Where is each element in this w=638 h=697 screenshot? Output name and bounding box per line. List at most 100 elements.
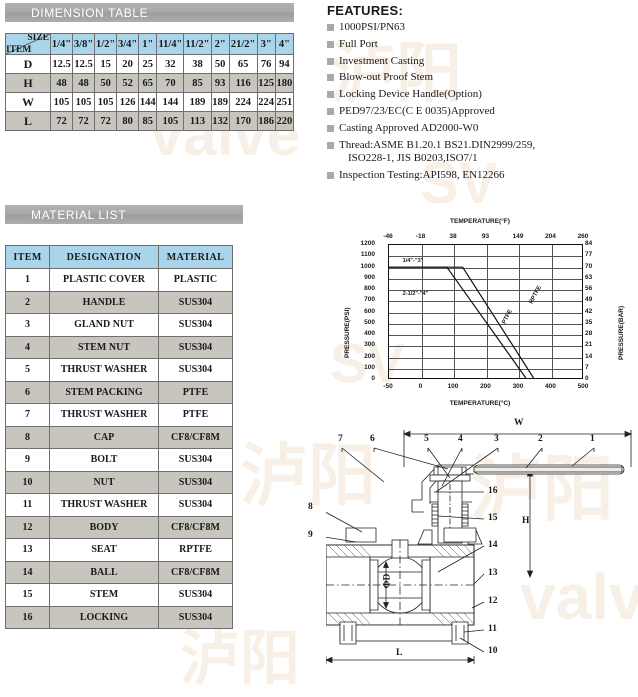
dimension-cell: 105: [94, 92, 118, 112]
callout-9: 9: [308, 530, 313, 540]
material-item-number: 2: [4, 290, 51, 314]
chart-ytick-right: 35: [585, 318, 593, 326]
dimension-cell: 105: [49, 92, 74, 112]
material-list-table: ITEM DESIGNATION MATERIAL 1 PLASTIC COVER PLA…: [4, 245, 234, 629]
dimension-cell: 224: [228, 92, 258, 112]
dimension-cell: 80: [116, 111, 140, 131]
dimension-cell: 50: [210, 54, 230, 74]
material-item-number: 9: [4, 448, 51, 472]
chart-xtick-top: -18: [415, 233, 426, 240]
feature-item: Thread:ASME B1.20.1 BS21.DIN2999/259, ISO…: [325, 139, 635, 166]
material-column-header: DESIGNATION: [49, 245, 159, 269]
table-row: 10 NUT SUS304: [4, 470, 234, 494]
dimension-cell: 25: [138, 54, 158, 74]
callout-2: 2: [538, 434, 543, 444]
callout-5: 5: [424, 434, 429, 444]
dimension-cell: 12.5: [72, 54, 96, 74]
material-designation: PLASTIC COVER: [49, 268, 159, 292]
table-row: W 105 105 105 126 144 144 189 189 224 224 251: [5, 92, 295, 112]
material-material: CF8/CF8M: [157, 425, 234, 449]
table-row: 1 PLASTIC COVER PLASTIC: [4, 268, 234, 292]
material-table-header-row: ITEM DESIGNATION MATERIAL: [4, 245, 234, 269]
material-item-number: 5: [4, 358, 51, 382]
bullet-square-icon: [327, 91, 334, 99]
dimension-row-label: L: [5, 111, 51, 131]
feature-text: PED97/23/EC(C E 0035)Approved: [339, 104, 495, 117]
dimension-row-label: W: [5, 92, 51, 112]
material-column-header: MATERIAL: [157, 245, 234, 269]
dimension-cell: 48: [72, 73, 96, 93]
chart-xtick-top: 204: [545, 233, 556, 240]
dimension-cell: 38: [183, 54, 212, 74]
material-material: SUS304: [157, 493, 234, 517]
material-designation: THRUST WASHER: [49, 493, 159, 517]
chart-ytick-left: 600: [364, 307, 375, 315]
material-item-number: 14: [4, 560, 51, 584]
chart-ytick-right: 42: [585, 307, 593, 315]
dimension-cell: 132: [210, 111, 230, 131]
features-section: FEATURES: 1000PSI/PN63 Full Port Investmen…: [325, 3, 635, 186]
material-material: RPTFE: [157, 538, 234, 562]
dimension-cell: 65: [138, 73, 158, 93]
callout-10: 10: [488, 646, 498, 656]
dimension-table-banner: DIMENSION TABLE: [5, 3, 294, 22]
chart-ytick-left: 400: [364, 330, 375, 337]
chart-ytick-left: 1200: [360, 240, 375, 247]
table-row: 11 THRUST WASHER SUS304: [4, 493, 234, 517]
dimension-cell: 170: [228, 111, 258, 131]
material-list-banner: MATERIAL LIST: [5, 205, 243, 224]
chart-plot-area: [388, 244, 583, 379]
bullet-square-icon: [327, 107, 334, 115]
chart-series-svg: [389, 245, 582, 378]
dimension-table-header-row: SIZE ITEM 1/4" 3/8" 1/2" 3/4" 1" 11/4" 11/2" 2" 21…: [5, 33, 295, 55]
feature-item: PED97/23/EC(C E 0035)Approved: [325, 105, 635, 118]
material-item-number: 16: [4, 605, 51, 629]
material-designation: NUT: [49, 470, 159, 494]
callout-6: 6: [370, 434, 375, 444]
chart-ytick-right: 70: [585, 262, 593, 270]
feature-item: Locking Device Handle(Option): [325, 88, 635, 101]
dimension-cell: 113: [183, 111, 212, 131]
feature-item: Casting Approved AD2000-W0: [325, 122, 635, 135]
bullet-square-icon: [327, 141, 334, 149]
material-material: SUS304: [157, 290, 234, 314]
chart-xtick-top: -46: [383, 233, 393, 240]
feature-item: Investment Casting: [325, 55, 635, 68]
dimension-cell: 20: [116, 54, 140, 74]
material-item-number: 1: [4, 268, 51, 292]
callout-8: 8: [308, 502, 313, 512]
dimension-cell: 50: [94, 73, 118, 93]
chart-annotation-0: 1/4"-"3": [402, 257, 424, 264]
table-row: 2 HANDLE SUS304: [4, 290, 234, 314]
chart-ytick-right: 21: [585, 341, 593, 349]
material-designation: THRUST WASHER: [49, 358, 159, 382]
dimension-cell: 126: [116, 92, 140, 112]
chart-ytick-right: 77: [585, 251, 593, 259]
material-item-number: 13: [4, 538, 51, 562]
material-designation: BOLT: [49, 448, 159, 472]
dimension-size-header: 3/4": [116, 33, 140, 55]
callout-13: 13: [488, 568, 498, 578]
chart-xtick-bottom: 200: [480, 383, 491, 390]
dimension-label-h: H: [522, 516, 530, 526]
feature-text: Inspection Testing:API598, EN12266: [339, 168, 505, 181]
valve-assembly-drawing: 7 6 5 4 3 2 1 16 15 14 13 12 11 10 8 9 W…: [308, 412, 638, 672]
callout-7: 7: [338, 434, 343, 444]
chart-xtick-bottom: 100: [447, 383, 459, 390]
chart-ytick-right: 63: [585, 273, 593, 281]
feature-text: Investment Casting: [339, 54, 425, 67]
dimension-cell: 224: [256, 92, 276, 112]
corner-size-label: SIZE: [27, 33, 49, 44]
dimension-size-header: 1": [138, 33, 158, 55]
chart-ytick-right: 49: [585, 296, 593, 304]
material-designation: THRUST WASHER: [49, 403, 159, 427]
dimension-cell: 94: [274, 54, 295, 74]
chart-xtick-top: 38: [449, 233, 457, 240]
chart-ytick-left: 1000: [360, 262, 375, 270]
dimension-cell: 186: [256, 111, 276, 131]
callout-11: 11: [488, 624, 497, 634]
material-material: SUS304: [157, 470, 234, 494]
material-item-number: 4: [4, 335, 51, 359]
feature-text: Blow-out Proof Stem: [339, 71, 434, 84]
callout-15: 15: [488, 513, 498, 523]
